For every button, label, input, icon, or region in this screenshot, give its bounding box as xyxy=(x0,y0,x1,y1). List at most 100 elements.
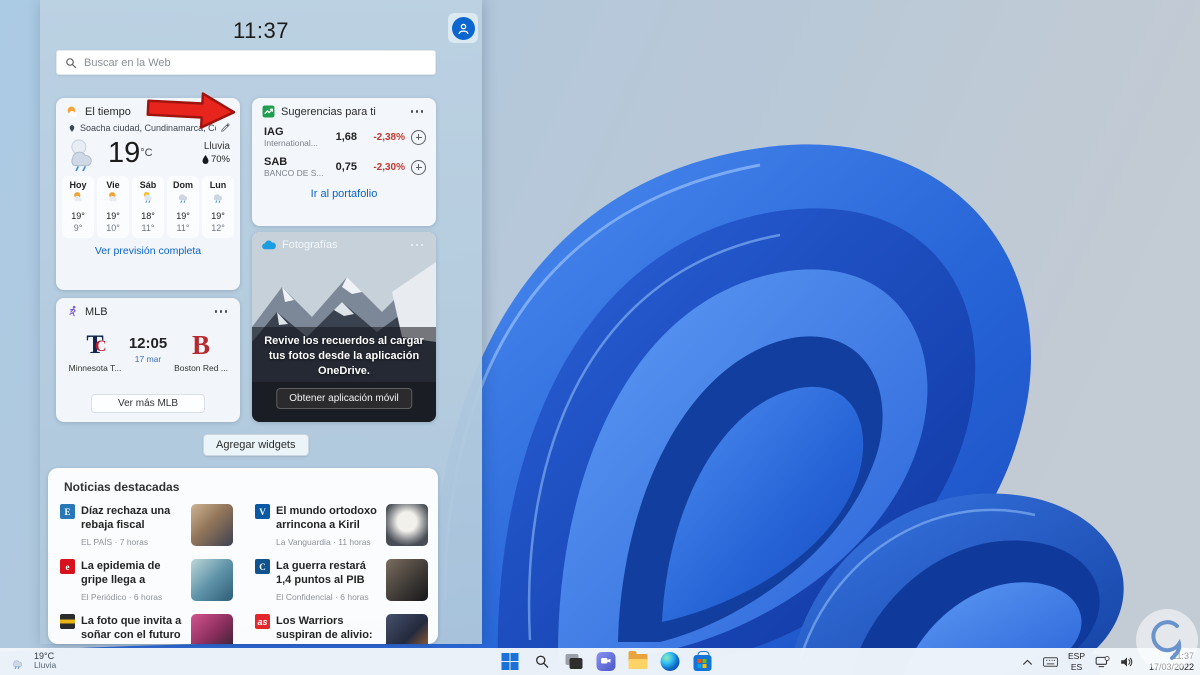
solvetic-logo-icon xyxy=(1151,620,1182,660)
news-item[interactable]: V El mundo ortodoxo arrincona a Kiril po… xyxy=(243,498,438,553)
mlb-team-boston[interactable]: B Boston Red ... xyxy=(172,330,230,373)
photos-widget-title: Fotografías xyxy=(282,239,338,251)
folder-icon xyxy=(628,651,648,669)
news-thumbnail xyxy=(386,559,428,601)
news-feed: Noticias destacadas E Díaz rechaza una r… xyxy=(48,468,438,644)
weather-precip: 70% xyxy=(210,154,230,165)
chat-button[interactable] xyxy=(596,651,617,672)
sun-cloud-icon xyxy=(108,192,117,202)
mlb-game-date: 17 mar xyxy=(134,354,162,364)
microsoft-store-icon xyxy=(693,651,711,671)
person-icon xyxy=(458,23,468,34)
windows-logo-icon xyxy=(501,652,519,671)
language-switcher[interactable]: ESP ES xyxy=(1068,651,1085,671)
mlb-widget[interactable]: MLB TC Minnesota T... 12:05 17 mar B Bos… xyxy=(56,298,240,422)
elconfidencial-logo: C xyxy=(255,559,270,574)
see-more-mlb-button[interactable]: Ver más MLB xyxy=(90,394,206,413)
touch-keyboard-icon[interactable] xyxy=(1043,656,1058,667)
taskbar-rain-icon xyxy=(13,660,22,670)
search-input[interactable] xyxy=(84,56,427,69)
elpais-logo: E xyxy=(60,504,75,519)
mlb-game-time: 12:05 xyxy=(128,335,168,352)
elperiodico-logo: e xyxy=(60,559,75,574)
search-icon xyxy=(66,57,77,68)
news-item[interactable]: La foto que invita a soñar con el futuro… xyxy=(48,608,243,644)
network-icon[interactable] xyxy=(1095,655,1110,668)
news-item[interactable]: E Díaz rechaza una rebaja fiscal general… xyxy=(48,498,243,553)
mlb-team-minnesota[interactable]: TC Minnesota T... xyxy=(66,330,124,373)
news-headline: La epidemia de gripe llega a Catalunya xyxy=(81,560,161,587)
forecast-day[interactable]: Dom 19° 11° xyxy=(167,176,199,238)
news-item[interactable]: as Los Warriors suspiran de alivio: Curr… xyxy=(243,608,438,644)
news-thumbnail xyxy=(386,614,428,644)
weather-condition: Lluvia xyxy=(203,141,230,152)
news-thumbnail xyxy=(386,504,428,546)
boston-red-sox-logo: B xyxy=(191,330,210,360)
photos-widget[interactable]: Fotografías Revive los recuerdos al carg… xyxy=(252,232,436,422)
stock-symbol: IAG xyxy=(264,126,284,138)
rain-icon xyxy=(178,194,187,203)
photos-more-button[interactable] xyxy=(406,240,429,251)
portfolio-link[interactable]: Ir al portafolio xyxy=(252,188,436,200)
mlb-widget-title: MLB xyxy=(85,305,108,318)
news-thumbnail xyxy=(191,504,233,546)
news-thumbnail xyxy=(191,559,233,601)
news-source-logo xyxy=(60,614,75,629)
taskbar-weather-condition: Lluvia xyxy=(34,660,57,671)
forecast-day[interactable]: Hoy 19° 9° xyxy=(62,176,94,238)
news-headline: Díaz rechaza una rebaja fiscal generaliz… xyxy=(81,505,171,532)
weather-full-forecast-link[interactable]: Ver previsión completa xyxy=(56,245,240,257)
stock-row[interactable]: IAG International... 1,68 -2,38% xyxy=(252,122,436,152)
news-headline: El mundo ortodoxo arrincona a Kiril por … xyxy=(276,505,377,532)
store-button[interactable] xyxy=(692,651,713,672)
avatar xyxy=(451,16,475,40)
stock-row[interactable]: SAB BANCO DE S... 0,75 -2,30% xyxy=(252,152,436,182)
widgets-panel: 11:37 El tiempo xyxy=(40,0,482,644)
desktop: { "panel": { "clock": "11:37", "search_p… xyxy=(0,0,1200,675)
stock-change: -2,38% xyxy=(373,131,405,143)
news-meta: El Confidencial · 6 horas xyxy=(276,592,369,602)
news-meta: La Vanguardia · 11 horas xyxy=(276,537,371,547)
stock-symbol: SAB xyxy=(264,156,288,168)
news-headline: Los Warriors suspiran de alivio: Curry s… xyxy=(276,615,373,642)
file-explorer-button[interactable] xyxy=(628,651,649,672)
web-search-bar[interactable] xyxy=(56,50,436,75)
suggestions-widget[interactable]: Sugerencias para ti IAG International...… xyxy=(252,98,436,226)
add-stock-button[interactable] xyxy=(411,159,426,175)
rain-cloud-icon xyxy=(71,139,92,171)
edge-button[interactable] xyxy=(660,651,681,672)
forecast-day[interactable]: Vie 19° 10° xyxy=(97,176,129,238)
add-stock-button[interactable] xyxy=(411,129,426,145)
stock-name: BANCO DE S... xyxy=(264,168,324,178)
add-widgets-button[interactable]: Agregar widgets xyxy=(203,434,309,456)
mlb-more-button[interactable] xyxy=(210,306,233,317)
news-headline: La guerra restará 1,4 puntos al PIB de E… xyxy=(276,560,366,587)
onedrive-cloud-icon xyxy=(262,240,276,250)
photos-caption: Revive los recuerdos al cargar tus fotos… xyxy=(264,335,424,377)
sports-icon xyxy=(69,305,76,317)
news-thumbnail xyxy=(191,614,233,644)
teams-chat-icon xyxy=(596,652,616,671)
show-hidden-icons-chevron[interactable] xyxy=(1022,658,1033,666)
taskbar-weather-button[interactable]: 19°C Lluvia xyxy=(10,651,56,671)
get-mobile-app-button[interactable]: Obtener aplicación móvil xyxy=(276,388,412,409)
task-view-button[interactable] xyxy=(564,651,585,672)
weather-unit: °C xyxy=(140,147,153,159)
news-item[interactable]: e La epidemia de gripe llega a Catalunya… xyxy=(48,553,243,608)
suggestions-more-button[interactable] xyxy=(406,106,429,117)
sun-rain-icon xyxy=(143,191,152,203)
stock-change: -2,30% xyxy=(373,161,405,173)
taskbar-search-button[interactable] xyxy=(532,651,553,672)
forecast-day[interactable]: Sáb 18° 11° xyxy=(132,176,164,238)
volume-icon[interactable] xyxy=(1120,656,1134,668)
news-meta: El Periódico · 6 horas xyxy=(81,592,163,602)
start-button[interactable] xyxy=(500,651,521,672)
red-arrow-annotation xyxy=(146,92,236,129)
weather-widget-icon xyxy=(67,106,77,117)
profile-button[interactable] xyxy=(448,13,478,43)
panel-clock: 11:37 xyxy=(233,18,289,43)
forecast-day[interactable]: Lun 19° 12° xyxy=(202,176,234,238)
news-item[interactable]: C La guerra restará 1,4 puntos al PIB de… xyxy=(243,553,438,608)
news-header: Noticias destacadas xyxy=(64,480,180,494)
raindrop-icon xyxy=(202,155,209,164)
